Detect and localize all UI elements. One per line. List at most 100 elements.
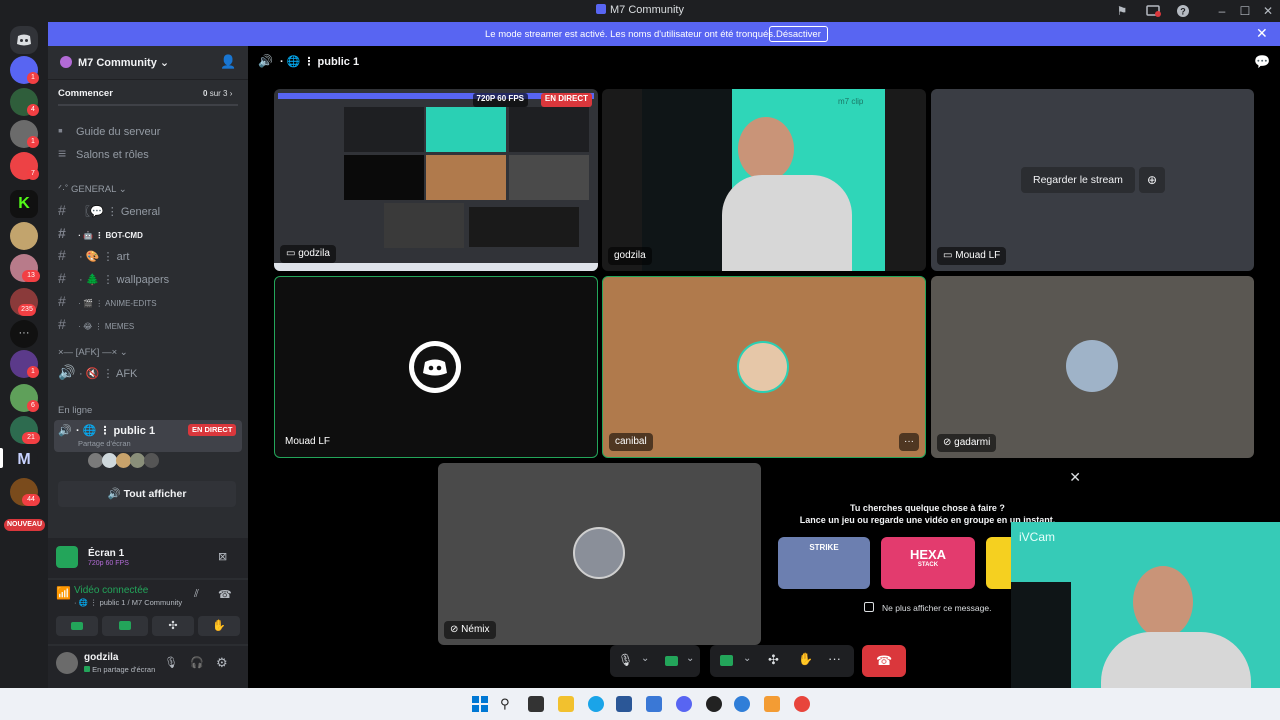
windows-start-icon[interactable] (472, 696, 488, 712)
task-view-icon[interactable] (528, 696, 544, 712)
stream-tile-godzila-screen[interactable]: 720P 60 FPS EN DIRECT ▭ godzila (274, 89, 598, 271)
mini-tile (426, 107, 506, 152)
camera-icon[interactable] (665, 656, 678, 666)
microphone-app-icon[interactable] (764, 696, 780, 712)
game-card-strike[interactable]: STRIKE (778, 537, 870, 589)
minimize-icon[interactable]: – (1214, 3, 1230, 19)
screen-share-icon[interactable] (720, 655, 733, 666)
video-tile-godzila-camera[interactable]: m7 clip godzila (602, 89, 926, 271)
server-guide-link[interactable]: ▪ Guide du serveur (58, 122, 160, 142)
more-options-icon[interactable]: ··· (828, 651, 841, 666)
user-tile-gadarmi[interactable]: ⊘ gadarmi (931, 276, 1254, 458)
soundboard-icon[interactable]: ✋ (798, 652, 813, 666)
app-icon[interactable] (646, 696, 662, 712)
microphone-icon[interactable]: 🎙 (618, 653, 633, 667)
server-icon-a[interactable]: 21 (10, 416, 40, 444)
close-banner-icon[interactable]: ✕ (1256, 25, 1268, 42)
server-icon-more[interactable]: ··· (10, 320, 38, 348)
game-card-hexa[interactable]: HEXA STACK (881, 537, 975, 589)
server-icon-red-bot[interactable]: 7 (10, 152, 39, 180)
server-icon-kick[interactable]: K (10, 190, 38, 218)
noise-suppression-icon[interactable]: ⫽ (194, 588, 199, 601)
server-icon-green[interactable]: 6 (10, 384, 39, 412)
screen-share-indicator-icon[interactable] (1145, 3, 1161, 19)
store-icon[interactable] (616, 696, 632, 712)
maximize-icon[interactable]: ☐ (1237, 3, 1253, 19)
onboarding-progress[interactable]: Commencer 0 sur 3 › (58, 88, 238, 106)
user-tile-canibal[interactable]: canibal ··· (602, 276, 926, 458)
microphone-icon[interactable]: 🎙 (164, 656, 178, 669)
server-icon-user[interactable]: 1 (10, 120, 39, 148)
channel-wallpapers[interactable]: # · 🌲 ⋮ wallpapers (58, 270, 169, 290)
help-icon[interactable]: ? (1175, 3, 1191, 19)
voice-channel-icon: 🔊 (58, 364, 76, 380)
chrome-icon[interactable] (794, 696, 810, 712)
unread-badge: 6 (27, 400, 39, 412)
server-icon-v[interactable]: 4 (10, 88, 39, 116)
camera-toggle-button[interactable] (56, 616, 98, 636)
server-icon-m7[interactable]: M (10, 446, 38, 474)
server-icon-purple[interactable]: 1 (10, 350, 39, 378)
cam-watermark: m7 clip (838, 97, 864, 106)
app-icon[interactable] (706, 696, 722, 712)
server-icon-master[interactable]: 44 (10, 478, 40, 506)
close-activity-icon[interactable]: ✕ (1069, 469, 1081, 486)
channels-roles-link[interactable]: ≡ Salons et rôles (58, 145, 149, 165)
stop-stream-icon[interactable]: ⊠ (218, 550, 227, 563)
discord-taskbar-icon[interactable] (676, 696, 692, 712)
disable-streamer-mode-button[interactable]: Désactiver (769, 26, 828, 42)
channel-general[interactable]: # 〖💬 ⋮ General (58, 202, 160, 222)
invite-people-icon[interactable]: 👤 (220, 54, 236, 70)
camera-feed: m7 clip (642, 89, 885, 271)
stream-tile-mouad[interactable]: Regarder le stream ⊕ ▭ Mouad LF (931, 89, 1254, 271)
category-general[interactable]: ᐟ·˚ GENERAL ⌄ (58, 184, 127, 195)
server-icon-cat[interactable] (10, 222, 38, 250)
channel-anime-edits[interactable]: # · 🎬 ⋮ ANIME-EDITS (58, 293, 157, 313)
edge-browser-icon[interactable] (588, 696, 604, 712)
category-afk[interactable]: ×— [AFK] —× ⌄ (58, 347, 128, 358)
screen-share-button[interactable] (102, 616, 148, 636)
channel-art[interactable]: # · 🎨 ⋮ art (58, 247, 129, 267)
user-avatar[interactable] (56, 652, 78, 674)
settings-gear-icon[interactable]: ⚙ (216, 655, 228, 671)
soundboard-button[interactable]: ✋ (198, 616, 240, 636)
app-icon[interactable] (734, 696, 750, 712)
chat-bubble-icon[interactable]: 💬 (1254, 54, 1270, 70)
server-icon-anime[interactable]: 13 (10, 254, 40, 282)
chevron-down-icon[interactable]: ⌄ (686, 653, 694, 664)
chevron-down-icon[interactable]: ⌄ (641, 653, 649, 664)
file-explorer-icon[interactable] (558, 696, 574, 712)
close-window-icon[interactable]: ✕ (1260, 3, 1276, 19)
activities-button[interactable]: ✣ (152, 616, 194, 636)
dont-show-checkbox[interactable] (864, 602, 874, 612)
tile-nameplate: ⊘ gadarmi (937, 434, 997, 452)
user-tile-nemix[interactable]: ⊘ Némix (438, 463, 761, 645)
category-online[interactable]: En ligne (58, 405, 92, 416)
channel-bot-cmd[interactable]: # · 🤖 ⋮ BOT-CMD (58, 225, 143, 245)
discord-home-icon[interactable] (10, 26, 38, 54)
server-icon-voice[interactable]: 235 (10, 288, 38, 316)
text-channel-icon: # (58, 270, 66, 286)
headphones-icon[interactable]: 🎧 (190, 656, 204, 669)
text-channel-icon: # (58, 202, 66, 218)
watch-stream-button[interactable]: Regarder le stream (1021, 167, 1135, 193)
tile-more-button[interactable]: ··· (899, 433, 919, 451)
server-icon-dm[interactable]: 1 (10, 56, 39, 84)
active-server-pill (0, 448, 3, 468)
leave-call-button[interactable]: ☎ (862, 645, 906, 677)
user-name[interactable]: godzila (84, 652, 118, 663)
voice-participants[interactable] (88, 453, 168, 469)
voice-channel-public-1[interactable]: 🔊 · 🌐 ⋮ public 1 Partage d'écran EN DIRE… (54, 420, 242, 452)
user-tile-mouad[interactable]: Mouad LF (274, 276, 598, 458)
disconnect-icon[interactable]: ☎ (218, 588, 232, 601)
connection-status[interactable]: Vidéo connectée (74, 585, 148, 596)
show-all-button[interactable]: 🔊 Tout afficher (58, 481, 236, 507)
channel-afk[interactable]: 🔊 · 🔇 ⋮ AFK (58, 364, 137, 384)
activities-icon[interactable]: ✣ (768, 652, 779, 668)
server-header[interactable]: M7 Community ⌄ 👤 (48, 46, 248, 80)
inbox-flag-icon[interactable]: ⚑ (1114, 3, 1130, 19)
channel-memes[interactable]: # · 😂 ⋮ MEMES (58, 316, 134, 336)
search-icon[interactable]: ⚲ (500, 696, 516, 712)
popout-stream-icon[interactable]: ⊕ (1139, 167, 1165, 193)
chevron-down-icon[interactable]: ⌄ (743, 653, 751, 664)
